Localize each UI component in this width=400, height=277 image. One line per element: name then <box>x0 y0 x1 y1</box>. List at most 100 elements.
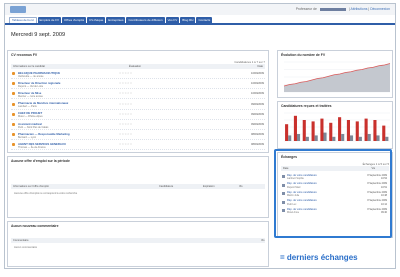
cv-panel-title: CV reconnus FV <box>11 53 38 57</box>
cv-row-date: 08/09/2009 <box>251 143 264 147</box>
col-info[interactable]: Informations sur le candidat <box>13 64 45 69</box>
chart-fv-panel: Évolution du nombre de FV <box>277 50 393 98</box>
rating-stars-icon[interactable]: ☆☆☆☆☆ <box>119 123 133 126</box>
document-icon <box>12 92 15 96</box>
col-candidature[interactable]: Candidature <box>159 184 173 189</box>
cv-row-date: 09/09/2009 <box>251 123 264 126</box>
cv-row-subtitle: Lambert — Paris <box>18 105 37 109</box>
chart-bar <box>288 135 292 141</box>
cv-row-subtitle: Thomas — Île-de-France <box>18 145 46 149</box>
rating-stars-icon[interactable]: ☆☆☆☆☆ <box>119 103 133 106</box>
rating-stars-icon[interactable]: ☆☆☆☆☆ <box>119 113 133 116</box>
col-com-vis[interactable]: Vis <box>261 238 265 243</box>
cv-row-subtitle: Petit — Nord Pas de Calais <box>18 125 49 129</box>
chart-bar <box>311 121 315 141</box>
rating-stars-icon[interactable]: ☆☆☆☆☆ <box>119 92 133 95</box>
col-commentaire[interactable]: Commentaire <box>13 238 29 243</box>
cv-row[interactable]: AGENT DES SERVICES GENERAUX Thomas — Île-… <box>11 141 265 151</box>
document-icon <box>12 82 15 86</box>
offres-column-header: Informations sur l'offre d'emploi Candid… <box>11 184 265 189</box>
col-offre-info[interactable]: Informations sur l'offre d'emploi <box>13 184 49 189</box>
cv-row-subtitle: Morel — Rhône-Alpes <box>18 115 43 119</box>
document-icon <box>12 123 15 126</box>
cv-row-subtitle: Bernard — Lyon <box>18 135 37 139</box>
document-icon <box>12 112 15 116</box>
cv-row-subtitle: Dupont — Val de Loire <box>18 84 44 88</box>
page-date: Mercredi 9 sept. 2009 <box>11 32 66 38</box>
top-bar: Professeur de | Attributions | Déconnexi… <box>5 4 395 15</box>
chart-bar <box>314 135 318 141</box>
chart-bar <box>367 134 371 141</box>
cv-row[interactable]: BELGIQUE PHARMACEUTIQUE Vanhoutte — 4e an… <box>11 70 265 79</box>
cv-row[interactable]: Directeur de Direction régionale Dupont —… <box>11 80 265 90</box>
cv-row[interactable]: Pharmacien — Responsable Marketing Bernar… <box>11 131 265 141</box>
chart-bar <box>293 115 297 141</box>
chart-bar <box>296 134 301 141</box>
comments-panel-title: Aucun nouveau commentaire <box>11 224 59 228</box>
cv-row-date: 10/09/2009 <box>251 82 264 86</box>
cv-row[interactable]: CHEF DE PROJET Morel — Rhône-Alpes ☆☆☆☆☆ 09… <box>11 111 265 120</box>
col-vis[interactable]: Vis <box>239 184 243 189</box>
cv-row-date: 10/09/2009 <box>251 92 264 96</box>
chart-fv-title: Évolution du nombre de FV <box>281 53 326 57</box>
cv-row-date: 10/09/2009 <box>251 72 264 75</box>
link-deconnexion[interactable]: Déconnexion <box>370 7 390 11</box>
offres-empty-text: Aucune offre d'emploi ne correspond à vo… <box>14 192 78 195</box>
chart-bar <box>302 120 306 141</box>
chart-bar <box>338 117 342 141</box>
user-info: Professeur de | Attributions | Déconnexi… <box>296 7 390 11</box>
chart-bar <box>285 124 289 141</box>
col-date[interactable]: Date <box>258 64 263 69</box>
chart-bar <box>305 136 309 141</box>
cv-row[interactable]: Assistant médical Petit — Nord Pas de Cal… <box>11 121 265 130</box>
tab-underline <box>5 23 395 25</box>
cv-row-subtitle: Vanhoutte — 4e année <box>18 74 44 78</box>
chart-bar <box>355 121 359 141</box>
rating-stars-icon[interactable]: ☆☆☆☆☆ <box>119 143 133 146</box>
chart-bar <box>320 118 324 141</box>
cv-column-header: Informations sur le candidat Évaluation … <box>11 64 265 69</box>
comments-empty-text: Aucun commentaire <box>14 246 38 249</box>
cv-row-date: 09/09/2009 <box>251 112 264 116</box>
chart-candidatures-panel: Candidatures reçues et traitées <box>277 101 393 149</box>
document-icon <box>12 133 15 137</box>
rating-stars-icon[interactable]: ☆☆☆☆☆ <box>119 133 133 136</box>
rating-stars-icon[interactable]: ☆☆☆☆☆ <box>119 82 133 85</box>
annotation-label: = derniers échanges <box>280 253 358 262</box>
user-label: Professeur de <box>295 7 317 11</box>
chart-bar <box>358 136 362 141</box>
col-eval[interactable]: Évaluation <box>129 64 141 69</box>
chart-bar <box>332 136 336 141</box>
cv-panel: CV reconnus FV Candidatures 1 à 7 sur 7 … <box>7 50 269 153</box>
cv-row[interactable]: Pharmacie de Marchés internationaux Lambe… <box>11 101 265 110</box>
chart-fv <box>283 61 391 93</box>
offres-panel: Aucune offre d'emploi sur la période Inf… <box>7 156 269 218</box>
chart-bar <box>376 135 380 141</box>
chart-candidatures <box>284 112 390 142</box>
chart-bar <box>341 134 345 141</box>
chart-bar <box>385 136 389 141</box>
chart-area <box>284 63 390 92</box>
chart-bar <box>349 135 354 141</box>
comments-panel: Aucun nouveau commentaire Commentaire Vi… <box>7 221 269 267</box>
document-icon <box>12 102 15 106</box>
chart-candidatures-title: Candidatures reçues et traitées <box>281 104 332 108</box>
cv-row-date: 09/09/2009 <box>251 102 264 106</box>
col-expiration[interactable]: Expiration <box>203 184 215 189</box>
document-icon <box>12 72 15 75</box>
document-icon <box>12 143 15 147</box>
link-attributions[interactable]: Attributions <box>350 7 367 11</box>
cv-row-date: 08/09/2009 <box>251 133 264 137</box>
redacted-username <box>319 7 346 11</box>
logo <box>10 6 26 13</box>
rating-stars-icon[interactable]: ☆☆☆☆☆ <box>119 72 133 75</box>
comments-column-header: Commentaire Vis <box>11 238 265 243</box>
chart-bar <box>329 122 333 141</box>
chart-bar <box>364 118 368 141</box>
chart-bar <box>323 132 327 141</box>
chart-bar <box>373 120 377 141</box>
cv-row-subtitle: Mercier — 1ère année <box>18 94 43 98</box>
chart-bar <box>382 125 386 141</box>
cv-row[interactable]: Directeur de Mise Mercier — 1ère année ☆☆☆… <box>11 90 265 100</box>
offres-panel-title: Aucune offre d'emploi sur la période <box>11 159 70 163</box>
